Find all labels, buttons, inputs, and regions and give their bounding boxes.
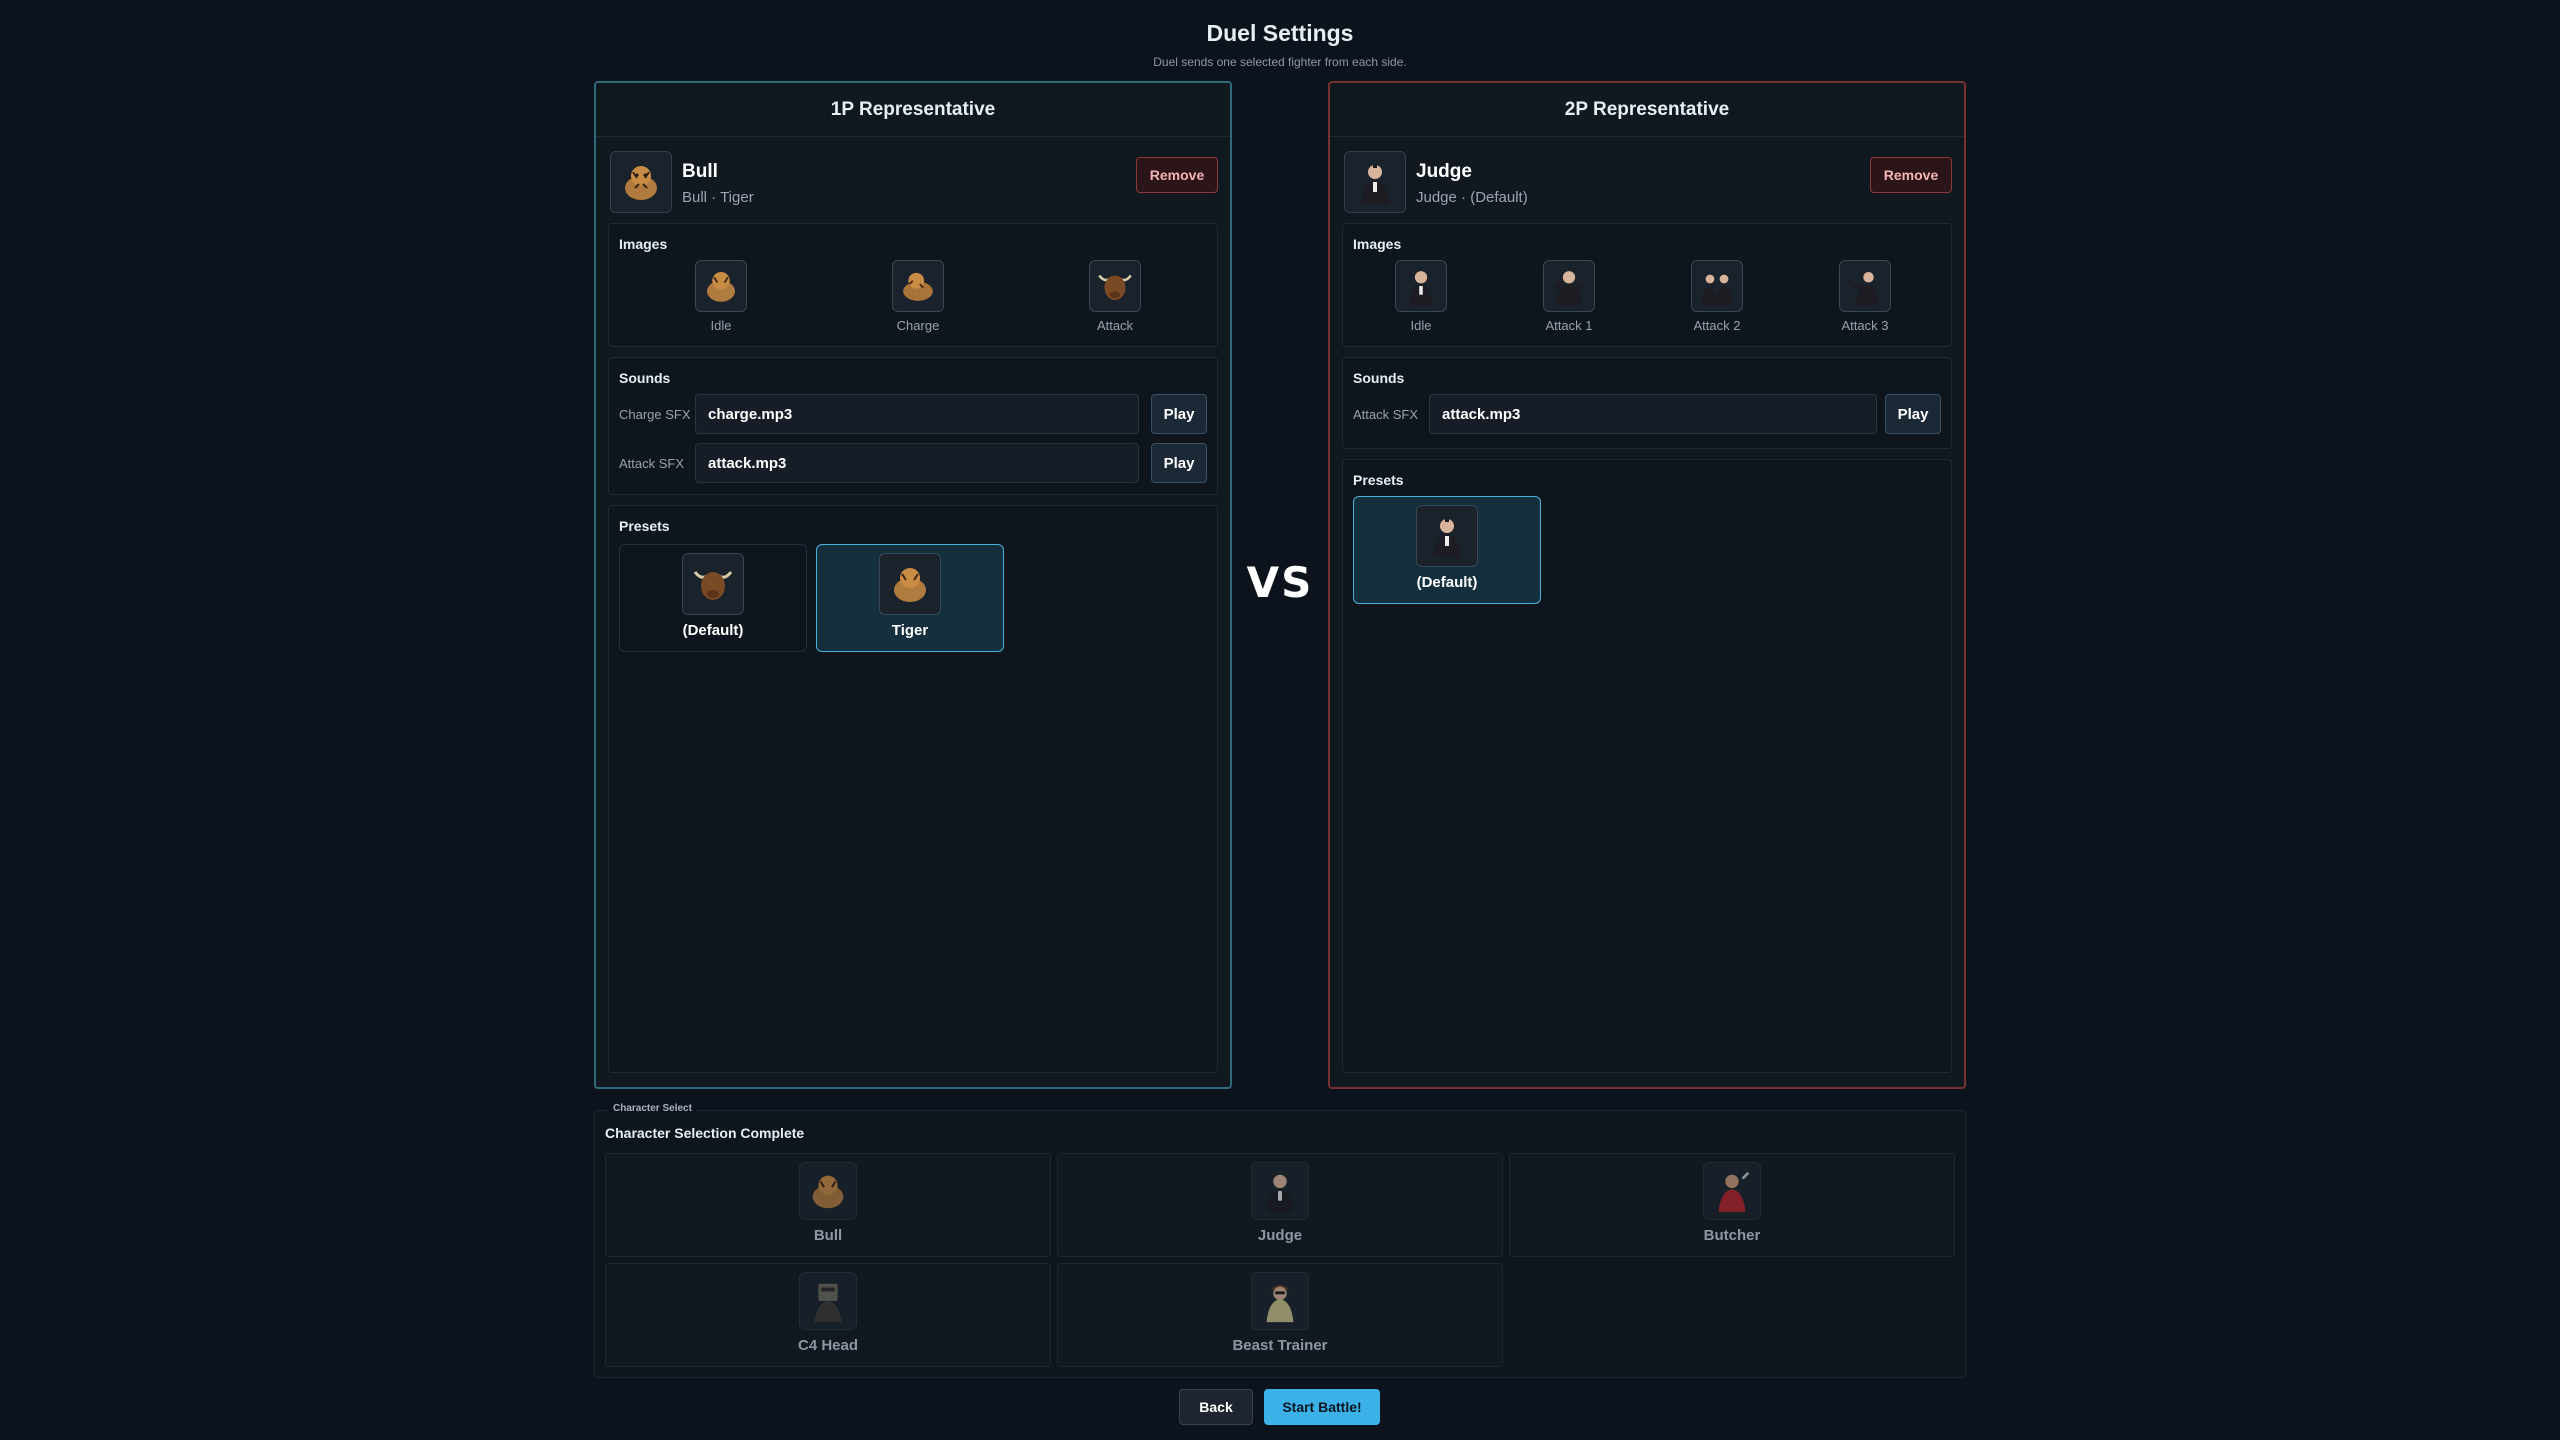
player1-presets-section: Presets (Default) Tiger bbox=[608, 505, 1218, 1073]
player2-images-label: Images bbox=[1353, 236, 1402, 252]
player1-images-section: Images Idle Charge Attack bbox=[608, 223, 1218, 347]
character-name: C4 Head bbox=[797, 1337, 859, 1354]
character-name: Judge bbox=[1257, 1227, 1303, 1244]
character-select: Character Select Character Selection Com… bbox=[594, 1103, 1966, 1378]
image-caption: Idle bbox=[1410, 318, 1432, 333]
charge-sfx-field[interactable] bbox=[695, 394, 1139, 434]
character-card-c4-head[interactable]: C4 Head bbox=[605, 1263, 1051, 1367]
back-button[interactable]: Back bbox=[1179, 1389, 1253, 1425]
player2-preset-default[interactable]: (Default) bbox=[1353, 496, 1541, 604]
player2-representative: Judge Judge · (Default) Remove bbox=[1330, 137, 1964, 221]
player2-name: Judge bbox=[1416, 161, 1472, 182]
player2-image-attack-1[interactable]: Attack 1 bbox=[1524, 260, 1614, 333]
vs-label: VS bbox=[1246, 558, 1314, 607]
attack-sfx-play-button[interactable]: Play bbox=[1885, 394, 1941, 434]
tiger-icon bbox=[879, 553, 941, 615]
page-title: Duel Settings bbox=[1206, 20, 1354, 46]
player2-image-attack-3[interactable]: Attack 3 bbox=[1820, 260, 1910, 333]
butcher-icon bbox=[1703, 1162, 1761, 1220]
player1-representative: Bull Bull · Tiger Remove bbox=[596, 137, 1230, 221]
player1-image-charge[interactable]: Charge bbox=[873, 260, 963, 333]
character-name: Bull bbox=[813, 1227, 843, 1244]
tiger-icon bbox=[695, 260, 747, 312]
player2-panel-title: 2P Representative bbox=[1330, 83, 1964, 137]
character-select-status: Character Selection Complete bbox=[605, 1125, 805, 1141]
player2-remove-button[interactable]: Remove bbox=[1870, 157, 1952, 193]
player1-sounds-section: Sounds Charge SFX Play Attack SFX Play bbox=[608, 357, 1218, 495]
judge-icon bbox=[1344, 151, 1406, 213]
sound-label: Attack SFX bbox=[619, 456, 685, 471]
player2-presets-section: Presets (Default) bbox=[1342, 459, 1952, 1073]
player1-preset-tiger[interactable]: Tiger bbox=[816, 544, 1004, 652]
image-caption: Attack 2 bbox=[1693, 318, 1741, 333]
judge-icon bbox=[1251, 1162, 1309, 1220]
player2-sounds-label: Sounds bbox=[1353, 370, 1405, 386]
image-caption: Charge bbox=[896, 318, 940, 333]
player2-presets-label: Presets bbox=[1353, 472, 1404, 488]
image-caption: Idle bbox=[710, 318, 732, 333]
player1-name: Bull bbox=[682, 161, 718, 182]
player1-sound-row-charge: Charge SFX Play bbox=[619, 394, 1207, 434]
judge-icon bbox=[1543, 260, 1595, 312]
bull-icon bbox=[682, 553, 744, 615]
player2-image-attack-2[interactable]: Attack 2 bbox=[1672, 260, 1762, 333]
player2-image-idle[interactable]: Idle bbox=[1376, 260, 1466, 333]
player1-images-label: Images bbox=[619, 236, 668, 252]
player1-image-attack[interactable]: Attack bbox=[1070, 260, 1160, 333]
player2-sounds-section: Sounds Attack SFX Play bbox=[1342, 357, 1952, 449]
attack-sfx-field[interactable] bbox=[1429, 394, 1877, 434]
player2-sound-row-attack: Attack SFX Play bbox=[1353, 394, 1941, 434]
player1-panel: 1P Representative Bull Bull · Tiger Remo… bbox=[594, 81, 1232, 1089]
character-card-judge[interactable]: Judge bbox=[1057, 1153, 1503, 1257]
player2-subtitle: Judge · (Default) bbox=[1416, 189, 1528, 206]
judge-icon bbox=[1416, 505, 1478, 567]
tiger-icon bbox=[610, 151, 672, 213]
preset-name: (Default) bbox=[682, 622, 744, 639]
page-subtitle: Duel sends one selected fighter from eac… bbox=[1153, 55, 1407, 69]
bull-icon bbox=[1089, 260, 1141, 312]
character-name: Butcher bbox=[1703, 1227, 1761, 1244]
player1-sounds-label: Sounds bbox=[619, 370, 671, 386]
player1-image-idle[interactable]: Idle bbox=[676, 260, 766, 333]
player2-panel: 2P Representative Judge Judge · (Default… bbox=[1328, 81, 1966, 1089]
character-select-legend: Character Select bbox=[609, 1103, 696, 1114]
sound-label: Attack SFX bbox=[1353, 407, 1419, 422]
image-caption: Attack 1 bbox=[1545, 318, 1593, 333]
beast-trainer-icon bbox=[1251, 1272, 1309, 1330]
player1-panel-title: 1P Representative bbox=[596, 83, 1230, 137]
preset-name: (Default) bbox=[1416, 574, 1478, 591]
attack-sfx-field[interactable] bbox=[695, 443, 1139, 483]
player1-remove-button[interactable]: Remove bbox=[1136, 157, 1218, 193]
character-name: Beast Trainer bbox=[1232, 1337, 1328, 1354]
preset-name: Tiger bbox=[891, 622, 929, 639]
judge-icon bbox=[1839, 260, 1891, 312]
character-card-butcher[interactable]: Butcher bbox=[1509, 1153, 1955, 1257]
bull-icon bbox=[799, 1162, 857, 1220]
player1-presets-label: Presets bbox=[619, 518, 670, 534]
sound-label: Charge SFX bbox=[619, 407, 691, 422]
character-card-bull[interactable]: Bull bbox=[605, 1153, 1051, 1257]
player1-sound-row-attack: Attack SFX Play bbox=[619, 443, 1207, 483]
character-card-beast-trainer[interactable]: Beast Trainer bbox=[1057, 1263, 1503, 1367]
player2-images-section: Images Idle Attack 1 Attack 2 Attack 3 bbox=[1342, 223, 1952, 347]
c4-head-icon bbox=[799, 1272, 857, 1330]
judge-icon bbox=[1395, 260, 1447, 312]
tiger-icon bbox=[892, 260, 944, 312]
player1-subtitle: Bull · Tiger bbox=[682, 189, 754, 206]
start-battle-button[interactable]: Start Battle! bbox=[1264, 1389, 1380, 1425]
judge-icon bbox=[1691, 260, 1743, 312]
image-caption: Attack 3 bbox=[1841, 318, 1889, 333]
image-caption: Attack bbox=[1096, 318, 1134, 333]
attack-sfx-play-button[interactable]: Play bbox=[1151, 443, 1207, 483]
player1-preset-default[interactable]: (Default) bbox=[619, 544, 807, 652]
charge-sfx-play-button[interactable]: Play bbox=[1151, 394, 1207, 434]
